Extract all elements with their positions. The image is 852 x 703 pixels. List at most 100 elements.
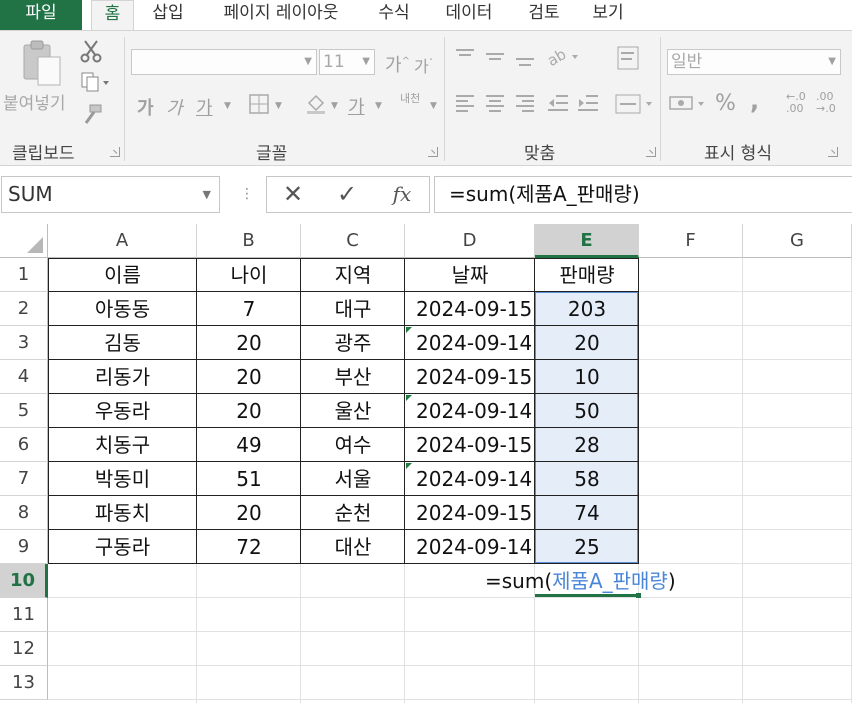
- error-indicator-icon[interactable]: [406, 463, 412, 469]
- copy-icon[interactable]: [80, 71, 110, 97]
- number-format-select[interactable]: 일반 ▼: [667, 49, 841, 75]
- increase-indent-icon[interactable]: [576, 93, 600, 119]
- table-header-cell[interactable]: 이름: [48, 258, 197, 292]
- paste-button-label[interactable]: 붙여넣기: [3, 89, 66, 114]
- merge-center-icon[interactable]: [614, 93, 654, 119]
- format-painter-icon[interactable]: [80, 103, 104, 131]
- orientation-icon[interactable]: ab: [544, 45, 580, 73]
- table-cell[interactable]: 203: [535, 292, 639, 326]
- align-bottom-icon[interactable]: [514, 47, 536, 73]
- tab-view[interactable]: 보기: [582, 0, 634, 30]
- number-launcher-icon[interactable]: [828, 147, 838, 157]
- table-cell[interactable]: 울산: [301, 394, 405, 428]
- phonetic-guide-button[interactable]: 내천: [400, 93, 420, 104]
- enter-button[interactable]: ✓: [327, 177, 367, 212]
- table-cell[interactable]: 2024-09-14: [405, 530, 535, 564]
- column-header-b[interactable]: B: [197, 224, 301, 258]
- tab-review[interactable]: 검토: [518, 0, 570, 30]
- row-header-3[interactable]: 3: [0, 326, 48, 360]
- table-cell[interactable]: 광주: [301, 326, 405, 360]
- tab-formulas[interactable]: 수식: [368, 0, 420, 30]
- column-header-d[interactable]: D: [405, 224, 535, 258]
- decrease-indent-icon[interactable]: [546, 93, 570, 119]
- select-all-corner[interactable]: [0, 224, 48, 258]
- table-cell[interactable]: 2024-09-14: [405, 462, 535, 496]
- table-cell[interactable]: 파동치: [48, 496, 197, 530]
- table-cell[interactable]: 대구: [301, 292, 405, 326]
- chevron-down-icon[interactable]: ▼: [275, 101, 282, 111]
- table-cell[interactable]: 72: [197, 530, 301, 564]
- tab-file[interactable]: 파일: [0, 0, 82, 30]
- chevron-down-icon[interactable]: ▼: [430, 101, 437, 111]
- table-header-cell[interactable]: 지역: [301, 258, 405, 292]
- wrap-text-icon[interactable]: [616, 45, 640, 75]
- accounting-format-icon[interactable]: [668, 93, 708, 119]
- percent-style-button[interactable]: %: [715, 91, 736, 116]
- table-cell[interactable]: 10: [535, 360, 639, 394]
- italic-button[interactable]: 가: [166, 94, 183, 120]
- tab-data[interactable]: 데이터: [434, 0, 504, 30]
- row-header-13[interactable]: 13: [0, 666, 48, 700]
- align-center-icon[interactable]: [484, 93, 506, 119]
- row-header-1[interactable]: 1: [0, 258, 48, 292]
- row-header-4[interactable]: 4: [0, 360, 48, 394]
- cancel-button[interactable]: ✕: [273, 177, 313, 212]
- chevron-down-icon[interactable]: ▼: [203, 177, 211, 212]
- table-cell[interactable]: 리동가: [48, 360, 197, 394]
- fill-color-icon[interactable]: [304, 91, 328, 119]
- table-cell[interactable]: 2024-09-15: [405, 428, 535, 462]
- cut-icon[interactable]: [80, 39, 102, 67]
- table-cell[interactable]: 74: [535, 496, 639, 530]
- table-cell[interactable]: 김동: [48, 326, 197, 360]
- grow-font-icon[interactable]: 가^: [385, 51, 410, 77]
- table-cell[interactable]: 20: [197, 326, 301, 360]
- font-launcher-icon[interactable]: [428, 147, 438, 157]
- align-left-icon[interactable]: [454, 93, 476, 119]
- alignment-launcher-icon[interactable]: [646, 147, 656, 157]
- column-header-c[interactable]: C: [301, 224, 405, 258]
- table-cell[interactable]: 50: [535, 394, 639, 428]
- column-header-g[interactable]: G: [743, 224, 852, 258]
- bold-button[interactable]: 가: [137, 94, 154, 120]
- font-size-select[interactable]: 11 ▼: [319, 49, 375, 75]
- align-top-icon[interactable]: [454, 47, 476, 71]
- table-cell[interactable]: 2024-09-15: [405, 496, 535, 530]
- table-cell[interactable]: 51: [197, 462, 301, 496]
- chevron-down-icon[interactable]: ▼: [224, 101, 231, 111]
- row-header-9[interactable]: 9: [0, 530, 48, 564]
- table-cell[interactable]: 25: [535, 530, 639, 564]
- tab-page-layout[interactable]: 페이지 레이아웃: [208, 0, 354, 30]
- table-cell[interactable]: 대산: [301, 530, 405, 564]
- clipboard-launcher-icon[interactable]: [110, 147, 120, 157]
- row-header-2[interactable]: 2: [0, 292, 48, 326]
- table-cell[interactable]: 아동동: [48, 292, 197, 326]
- fill-handle[interactable]: [636, 593, 641, 598]
- table-cell[interactable]: 20: [197, 360, 301, 394]
- row-header-6[interactable]: 6: [0, 428, 48, 462]
- table-cell[interactable]: 치동구: [48, 428, 197, 462]
- table-cell[interactable]: 2024-09-14: [405, 326, 535, 360]
- name-box[interactable]: SUM ▼: [1, 176, 220, 213]
- table-cell[interactable]: 2024-09-14: [405, 394, 535, 428]
- editing-cell-formula[interactable]: =sum(제품A_판매량): [485, 564, 676, 598]
- table-cell[interactable]: 순천: [301, 496, 405, 530]
- paste-icon[interactable]: [20, 39, 64, 89]
- border-icon[interactable]: [248, 93, 270, 119]
- font-name-select[interactable]: ▼: [131, 49, 317, 75]
- table-header-cell[interactable]: 나이: [197, 258, 301, 292]
- table-cell[interactable]: 부산: [301, 360, 405, 394]
- table-cell[interactable]: 2024-09-15: [405, 292, 535, 326]
- align-right-icon[interactable]: [514, 93, 536, 119]
- insert-function-button[interactable]: fx: [382, 177, 422, 212]
- column-header-a[interactable]: A: [48, 224, 197, 258]
- increase-decimal-button[interactable]: ←.0 .00: [786, 91, 806, 115]
- tab-insert[interactable]: 삽입: [142, 0, 194, 30]
- table-cell[interactable]: 20: [197, 394, 301, 428]
- table-cell[interactable]: 구동라: [48, 530, 197, 564]
- table-header-cell[interactable]: 날짜: [405, 258, 535, 292]
- align-middle-icon[interactable]: [484, 47, 506, 71]
- row-header-10[interactable]: 10: [0, 564, 48, 598]
- row-header-5[interactable]: 5: [0, 394, 48, 428]
- table-cell[interactable]: 7: [197, 292, 301, 326]
- more-options-icon[interactable]: ⋮: [240, 186, 254, 202]
